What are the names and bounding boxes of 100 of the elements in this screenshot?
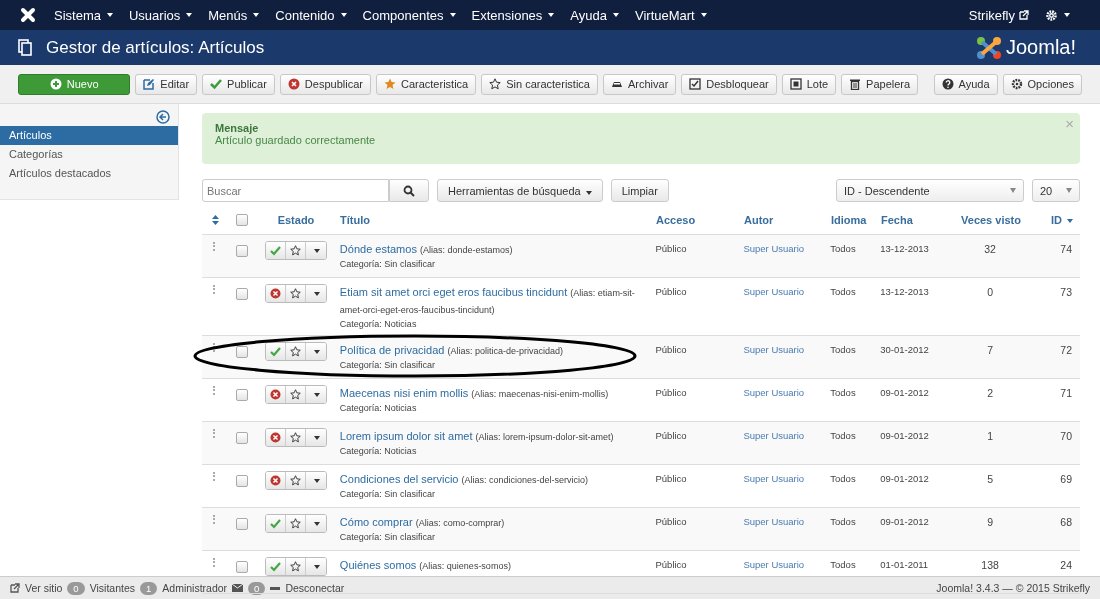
- settings-menu[interactable]: [1045, 8, 1070, 22]
- column-header[interactable]: Fecha: [881, 214, 953, 226]
- search-button[interactable]: [389, 179, 429, 202]
- nav-menu[interactable]: Componentes: [362, 7, 456, 23]
- nav-menu[interactable]: Menús: [208, 7, 260, 23]
- nav-menu[interactable]: Sistema: [54, 7, 113, 23]
- toolbar-button[interactable]: Sin caracteristica: [481, 73, 598, 95]
- site-link[interactable]: Strikefly: [968, 7, 1029, 23]
- drag-handle-icon[interactable]: [213, 472, 217, 481]
- article-title-line: Condiciones del servicio (Alias: condiciones-del-servicio): [339, 472, 590, 487]
- publish-toggle[interactable]: [265, 285, 286, 302]
- article-title-link[interactable]: Cómo comprar: [339, 516, 413, 528]
- author-link[interactable]: Super Usuario: [743, 471, 805, 484]
- toolbar-button[interactable]: Desbloquear: [681, 73, 777, 95]
- sidebar-item[interactable]: Artículos: [0, 126, 178, 145]
- toolbar-button[interactable]: Ayuda: [933, 73, 998, 95]
- row-checkbox[interactable]: [235, 432, 248, 444]
- column-header[interactable]: Veces visto: [953, 214, 1029, 226]
- column-header[interactable]: Autor: [744, 214, 831, 226]
- article-title-link[interactable]: Maecenas nisi enim mollis: [339, 387, 469, 399]
- article-title-link[interactable]: Etiam sit amet orci eget eros faucibus tincidunt: [339, 286, 568, 298]
- article-title-link[interactable]: Condiciones del servicio: [339, 473, 459, 485]
- sidebar-item[interactable]: Artículos destacados: [0, 164, 178, 183]
- toolbar-button[interactable]: Lote: [781, 73, 837, 95]
- row-checkbox[interactable]: [235, 518, 248, 530]
- language-cell-text: Todos: [830, 343, 857, 355]
- square-icon: [789, 78, 802, 90]
- view-site-link[interactable]: Ver sitio: [25, 582, 63, 594]
- check-icon: [269, 561, 281, 572]
- toolbar-button[interactable]: Despublicar: [279, 73, 371, 95]
- publish-toggle[interactable]: [265, 242, 286, 259]
- drag-handle-icon[interactable]: [213, 429, 217, 438]
- author-link[interactable]: Super Usuario: [743, 385, 805, 398]
- toolbar-button[interactable]: Publicar: [202, 73, 275, 95]
- access-cell-text: Público: [655, 285, 688, 297]
- drag-handle-icon[interactable]: [213, 285, 217, 294]
- article-title-link[interactable]: Política de privacidad: [339, 344, 445, 356]
- search-tools-button[interactable]: Herramientas de búsqueda: [437, 179, 603, 202]
- row-checkbox[interactable]: [235, 475, 248, 487]
- date-cell-text: 01-01-2011: [880, 558, 930, 570]
- row-checkbox[interactable]: [235, 245, 248, 257]
- publish-toggle[interactable]: [265, 386, 286, 403]
- column-header[interactable]: Título: [336, 214, 656, 226]
- publish-toggle[interactable]: [265, 515, 286, 532]
- nav-menu[interactable]: Ayuda: [570, 7, 619, 23]
- row-checkbox[interactable]: [235, 346, 248, 358]
- search-field[interactable]: Buscar: [202, 179, 389, 202]
- drag-handle-icon[interactable]: [213, 515, 217, 524]
- sort-icon[interactable]: [211, 215, 219, 225]
- article-title-link[interactable]: Lorem ipsum dolor sit amet: [339, 430, 473, 442]
- column-header[interactable]: Idioma: [831, 214, 881, 226]
- nav-menu[interactable]: Usuarios: [128, 7, 193, 23]
- new-button[interactable]: Nuevo: [18, 73, 131, 95]
- drag-handle-icon[interactable]: [213, 343, 217, 352]
- star-icon: [289, 561, 301, 572]
- publish-toggle[interactable]: [265, 429, 286, 446]
- publish-toggle[interactable]: [265, 343, 286, 360]
- collapse-arrow-icon[interactable]: [156, 110, 170, 124]
- x-circle-icon: [269, 288, 281, 299]
- toolbar-button[interactable]: Opciones: [1002, 73, 1082, 95]
- row-checkbox[interactable]: [235, 288, 248, 300]
- star-icon: [289, 346, 301, 357]
- toolbar-button[interactable]: Caracteristica: [375, 73, 477, 95]
- envelope-icon[interactable]: [232, 584, 244, 592]
- row-checkbox[interactable]: [235, 561, 248, 573]
- hits-cell-text: 32: [983, 242, 997, 255]
- toolbar-button[interactable]: Archivar: [602, 73, 677, 95]
- publish-toggle[interactable]: [265, 472, 286, 489]
- column-header[interactable]: Estado: [256, 214, 336, 226]
- publish-toggle[interactable]: [265, 558, 286, 575]
- star-icon: [289, 288, 301, 299]
- column-header[interactable]: Acceso: [656, 214, 744, 226]
- limit-select[interactable]: 20: [1032, 179, 1080, 202]
- drag-handle-icon[interactable]: [213, 386, 217, 395]
- row-checkbox[interactable]: [235, 389, 248, 401]
- article-title-link[interactable]: Quiénes somos: [339, 559, 417, 571]
- author-link[interactable]: Super Usuario: [743, 557, 805, 570]
- id-cell-text: 72: [1059, 343, 1073, 356]
- author-link[interactable]: Super Usuario: [743, 428, 805, 441]
- column-header[interactable]: ID: [1029, 214, 1073, 226]
- logout-link[interactable]: Desconectar: [285, 582, 345, 594]
- sidebar-item[interactable]: Categorías: [0, 145, 178, 164]
- author-link[interactable]: Super Usuario: [743, 342, 805, 355]
- star-icon: [383, 78, 396, 90]
- clear-button[interactable]: Limpiar: [610, 179, 669, 202]
- nav-menu[interactable]: Contenido: [275, 7, 347, 23]
- author-link[interactable]: Super Usuario: [743, 514, 805, 527]
- article-title-link[interactable]: Dónde estamos: [339, 243, 417, 255]
- drag-handle-icon[interactable]: [213, 242, 217, 251]
- article-title-line: Etiam sit amet orci eget eros faucibus tincidunt (Alias: etiam-sit-amet-orci-eget-eros-faucibus-tincidunt): [339, 285, 636, 317]
- toolbar-button[interactable]: Editar: [135, 73, 198, 95]
- toolbar-button[interactable]: Papelera: [841, 73, 919, 95]
- admins-count: 1: [140, 581, 158, 595]
- author-link[interactable]: Super Usuario: [743, 241, 805, 254]
- author-link[interactable]: Super Usuario: [743, 284, 805, 297]
- drag-handle-icon[interactable]: [213, 558, 217, 567]
- ordering-select[interactable]: ID - Descendente: [836, 179, 1024, 202]
- select-all-checkbox[interactable]: [236, 214, 248, 226]
- nav-menu[interactable]: VirtueMart: [635, 7, 707, 23]
- nav-menu[interactable]: Extensiones: [471, 7, 555, 23]
